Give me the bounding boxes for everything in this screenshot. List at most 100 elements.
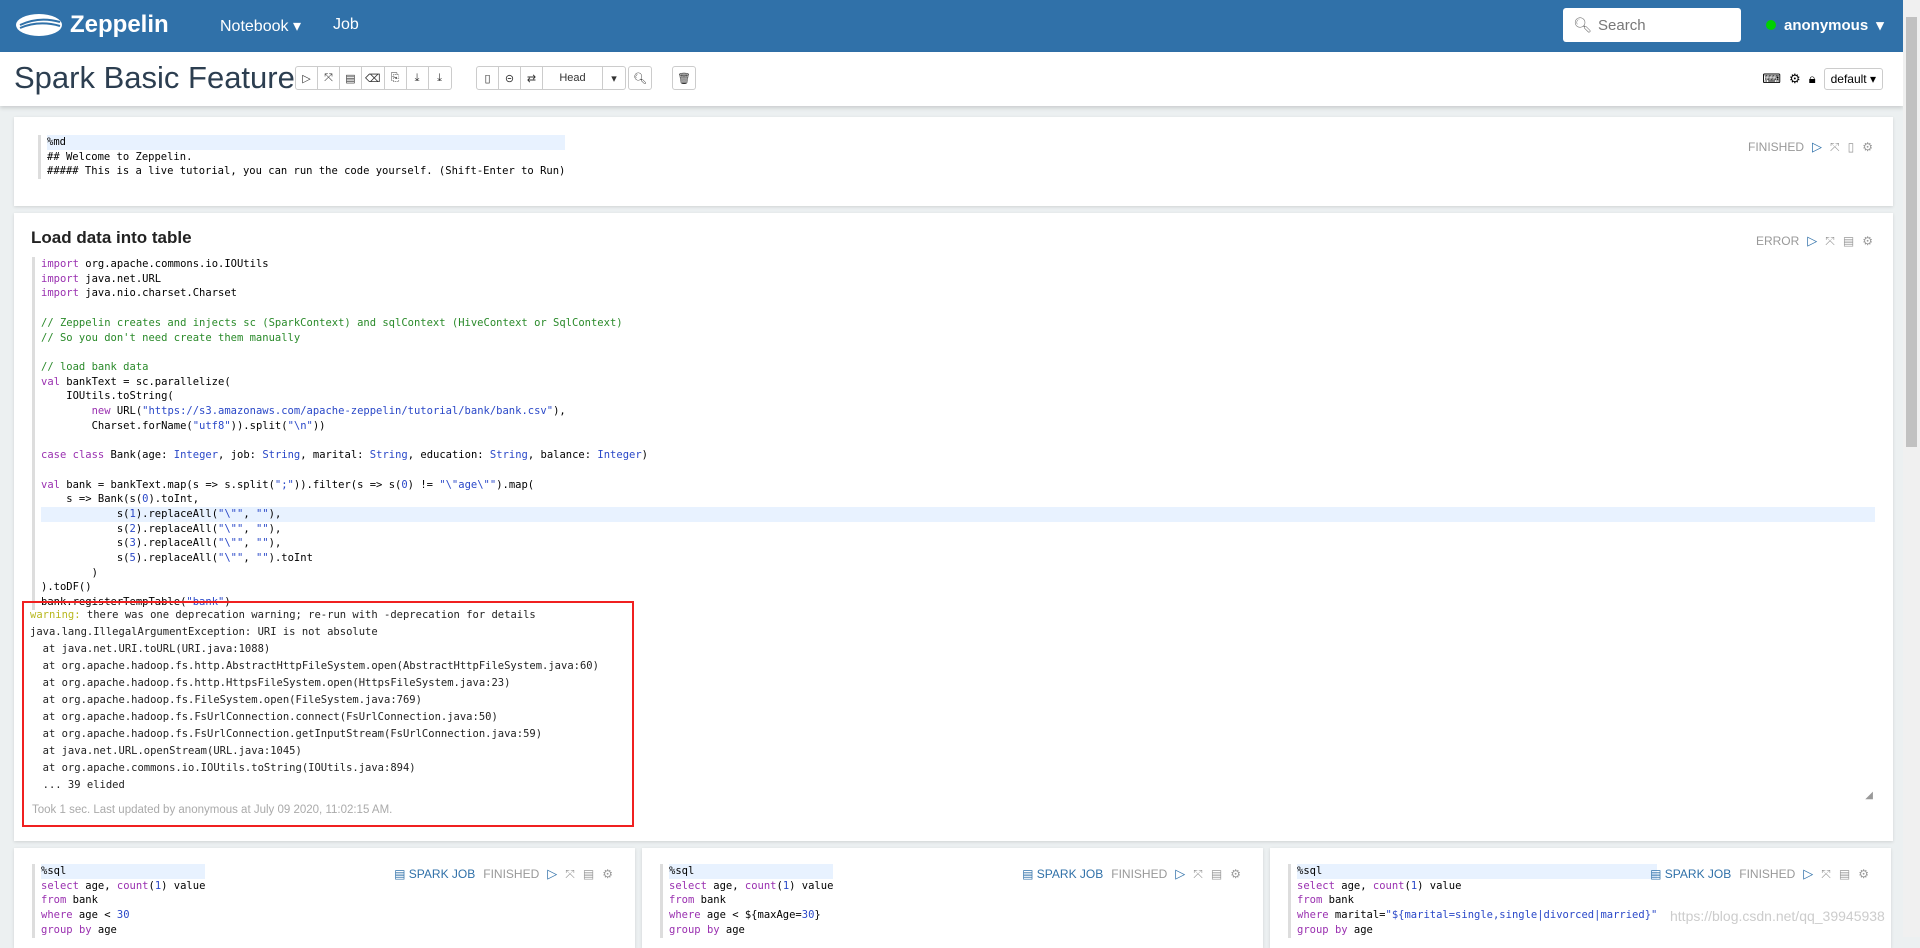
book-icon[interactable]: ▤ xyxy=(1839,867,1850,881)
code-line: group by age xyxy=(1297,923,1373,936)
code-editor[interactable]: %sql select age, count(1) value from bank w… xyxy=(32,864,206,938)
gear-icon[interactable]: ⚙ xyxy=(1789,71,1801,87)
code-line: // So you don't need create them manuall… xyxy=(41,331,301,344)
code-line: import org.apache.commons.io.IOUtils xyxy=(41,258,269,270)
warning-label: warning: xyxy=(30,609,81,621)
version-icon[interactable]: ▯ xyxy=(477,67,499,89)
code-line: select age, count(1) value xyxy=(1297,879,1462,892)
run-all-icon[interactable]: ▷ xyxy=(296,67,318,89)
run-icon[interactable]: ▷ xyxy=(547,866,557,882)
zeppelin-logo[interactable]: Zeppelin xyxy=(14,8,169,42)
paragraph-controls: ▤ SPARK JOB FINISHED ▷ ⤧ ▤ ⚙ xyxy=(394,866,613,882)
code-line: s(3).replaceAll("\"", ""), xyxy=(41,537,282,550)
code-line: select age, count(1) value xyxy=(669,879,834,892)
scrollbar[interactable] xyxy=(1903,0,1920,937)
notebook-menu[interactable]: Notebook ▾ xyxy=(220,16,301,36)
job-link[interactable]: Job xyxy=(333,16,359,34)
clear-output-icon[interactable]: ⌫ xyxy=(362,67,385,89)
run-icon[interactable]: ▷ xyxy=(1175,866,1185,882)
search-code-button[interactable]: 🔍︎ xyxy=(628,66,652,90)
paragraph-sql[interactable]: %sql select age, count(1) value from bank w… xyxy=(642,848,1263,948)
code-line: from bank xyxy=(1297,894,1354,907)
run-icon[interactable]: ▷ xyxy=(1803,866,1813,882)
right-tools: ⌨ ⚙ 🔒︎ default ▾ xyxy=(1762,68,1883,90)
code-line: s => Bank(s(0).toInt, xyxy=(41,493,200,506)
stack-trace-line: at org.apache.hadoop.fs.http.HttpsFileSy… xyxy=(30,677,511,689)
code-line: %md xyxy=(47,135,566,150)
columns-icon[interactable]: ▯ xyxy=(1848,140,1855,154)
status-text: FINISHED xyxy=(1739,867,1796,881)
chevron-down-icon: ▾ xyxy=(1876,17,1884,34)
book-icon[interactable]: ▤ xyxy=(583,867,594,881)
status-text: FINISHED xyxy=(1748,140,1805,154)
code-line: ## Welcome to Zeppelin. xyxy=(47,150,193,163)
lock-icon[interactable]: 🔒︎ xyxy=(1809,71,1816,87)
interpreter-select[interactable]: default ▾ xyxy=(1823,68,1883,90)
search-icon: 🔍︎ xyxy=(1573,17,1593,34)
export-ipynb-icon[interactable]: ⤓ xyxy=(429,67,451,89)
paragraph-sql[interactable]: %sql select age, count(1) value from bank w… xyxy=(1270,848,1891,948)
run-icon[interactable]: ▷ xyxy=(1812,139,1822,155)
scrollbar-thumb[interactable] xyxy=(1906,17,1917,447)
gear-icon[interactable]: ⚙ xyxy=(602,867,613,881)
hide-code-icon[interactable]: ⤧ xyxy=(318,67,340,89)
error-output: warning: there was one deprecation warni… xyxy=(22,601,634,827)
code-editor[interactable]: import org.apache.commons.io.IOUtils impo… xyxy=(32,257,1875,610)
spark-job-button[interactable]: ▤ SPARK JOB xyxy=(394,867,475,881)
run-icon[interactable]: ▷ xyxy=(1807,233,1817,249)
paragraph-sql[interactable]: %sql select age, count(1) value from bank w… xyxy=(14,848,635,948)
stack-trace-line: at org.apache.commons.io.IOUtils.toStrin… xyxy=(30,762,416,774)
clone-icon[interactable]: ⎘ xyxy=(385,67,407,89)
hide-output-icon[interactable]: ▤ xyxy=(340,67,362,89)
paragraph-md[interactable]: %md ## Welcome to Zeppelin. ##### This is … xyxy=(14,117,1893,206)
head-select[interactable]: Head xyxy=(543,67,603,89)
code-line: where age < 30 xyxy=(41,909,130,922)
status-text: ERROR xyxy=(1755,234,1800,248)
trash-icon: 🗑︎ xyxy=(677,72,691,85)
collapse-icon[interactable]: ⤧ xyxy=(565,867,575,882)
code-editor[interactable]: %md ## Welcome to Zeppelin. ##### This is … xyxy=(38,135,566,180)
code-editor[interactable]: %sql select age, count(1) value from bank w… xyxy=(1288,864,1658,938)
paragraph-title[interactable]: Load data into table xyxy=(31,228,192,248)
gear-icon[interactable]: ⚙ xyxy=(1862,140,1873,154)
stack-trace-line: at org.apache.hadoop.fs.http.AbstractHtt… xyxy=(30,660,599,672)
book-icon[interactable]: ▤ xyxy=(1211,867,1222,881)
paragraph-controls: ERROR ▷ ⤧ ▤ ⚙ xyxy=(1756,233,1873,249)
gear-icon[interactable]: ⚙ xyxy=(1862,234,1873,248)
paragraph-footer: Took 1 sec. Last updated by anonymous at… xyxy=(32,804,393,816)
compare-icon[interactable]: ⇄ xyxy=(521,67,543,89)
spark-job-button[interactable]: ▤ SPARK JOB xyxy=(1650,867,1731,881)
resize-handle-icon[interactable]: ◢ xyxy=(1865,790,1873,801)
stack-trace-line: at org.apache.hadoop.fs.FileSystem.open(… xyxy=(30,694,422,706)
spark-job-label: SPARK JOB xyxy=(408,867,476,881)
stack-trace: java.lang.IllegalArgumentException: URI … xyxy=(30,624,626,794)
export-icon[interactable]: ⤓ xyxy=(407,67,429,89)
spark-job-button[interactable]: ▤ SPARK JOB xyxy=(1022,867,1103,881)
book-icon[interactable]: ▤ xyxy=(1843,234,1854,248)
code-line: group by age xyxy=(669,923,745,936)
collapse-icon[interactable]: ⤧ xyxy=(1825,234,1835,249)
search-input[interactable]: 🔍︎ Search xyxy=(1563,8,1741,42)
user-menu[interactable]: anonymous ▾ xyxy=(1766,16,1884,34)
code-line: ) xyxy=(41,566,98,579)
gear-icon[interactable]: ⚙ xyxy=(1858,867,1869,881)
stack-trace-line: at java.net.URL.openStream(URL.java:1045… xyxy=(30,745,302,757)
keyboard-icon[interactable]: ⌨ xyxy=(1762,71,1781,87)
version-controls: ▯ ⊝ ⇄ Head ▾ xyxy=(476,66,626,90)
brand-name: Zeppelin xyxy=(70,11,169,38)
commit-icon[interactable]: ⊝ xyxy=(499,67,521,89)
page-title[interactable]: Spark Basic Features xyxy=(14,60,310,96)
stack-trace-line: at java.net.URI.toURL(URI.java:1088) xyxy=(30,643,271,655)
stack-trace-line: at org.apache.hadoop.fs.FsUrlConnection.… xyxy=(30,728,543,740)
collapse-icon[interactable]: ⤧ xyxy=(1830,140,1840,155)
online-status-icon xyxy=(1766,20,1776,30)
collapse-icon[interactable]: ⤧ xyxy=(1193,867,1203,882)
gear-icon[interactable]: ⚙ xyxy=(1230,867,1241,881)
code-editor[interactable]: %sql select age, count(1) value from bank w… xyxy=(660,864,834,938)
chevron-down-icon[interactable]: ▾ xyxy=(603,67,625,89)
delete-notebook-button[interactable]: 🗑︎ xyxy=(672,66,696,90)
collapse-icon[interactable]: ⤧ xyxy=(1821,867,1831,882)
